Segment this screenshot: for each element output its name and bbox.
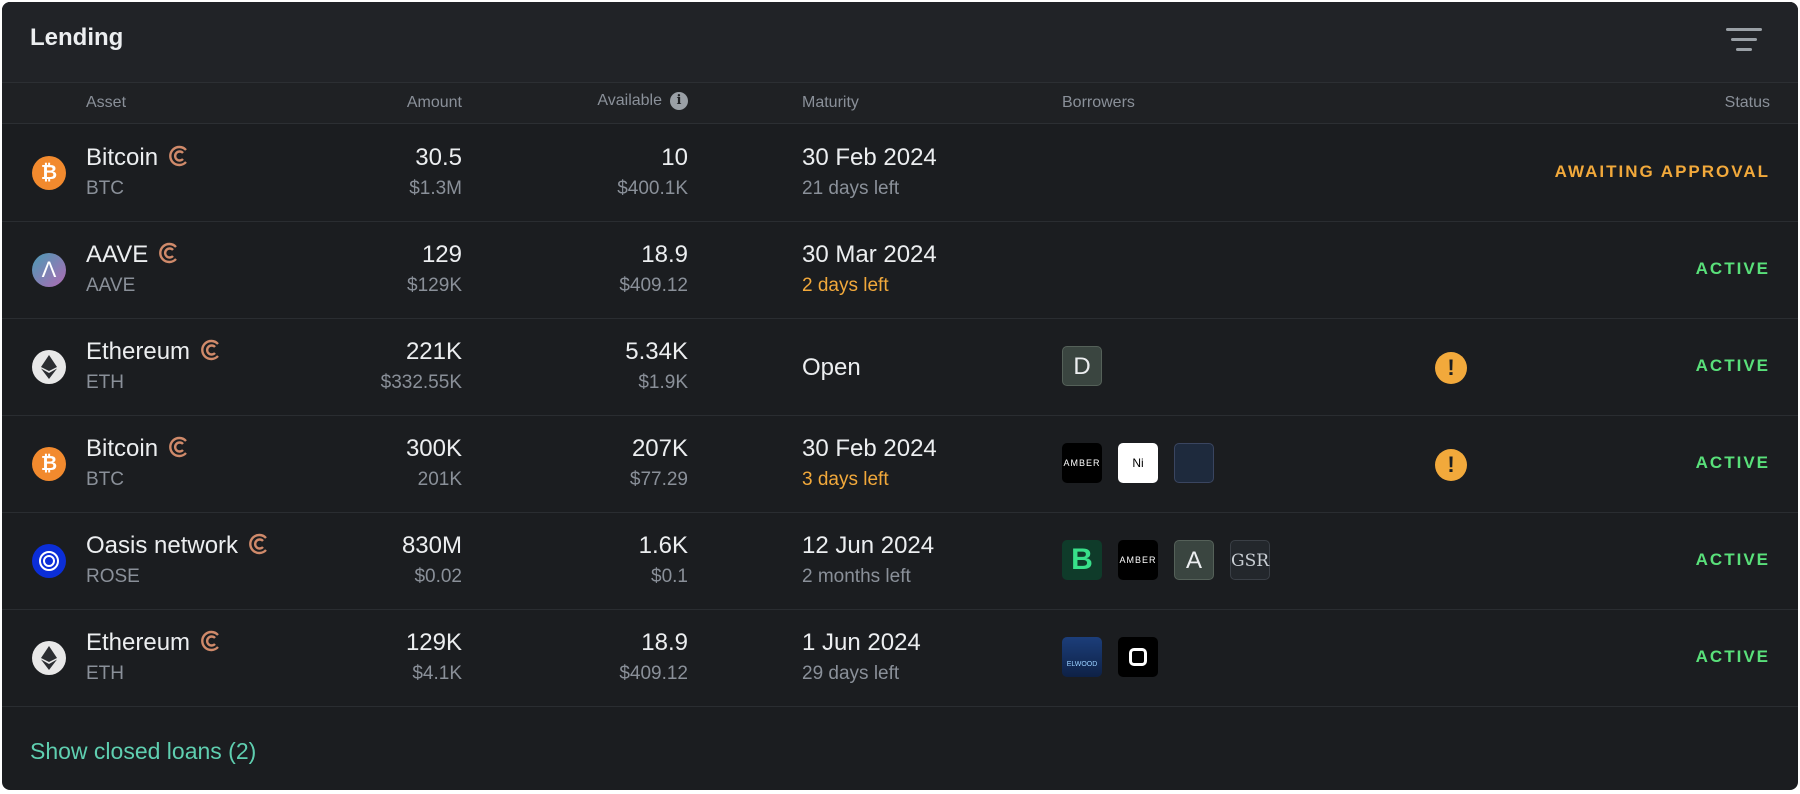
bitcoin-icon: ₿ <box>32 447 66 481</box>
collateral-icon <box>200 630 222 652</box>
column-amount[interactable]: Amount <box>407 94 462 112</box>
available-value: 18.9 <box>641 241 688 268</box>
borrower-logo[interactable]: logo <box>1174 443 1214 483</box>
status-badge: ACTIVE <box>1695 259 1770 278</box>
amount-usd: $129K <box>407 275 462 296</box>
square-logo-icon <box>1129 648 1147 666</box>
status-badge: AWAITING APPROVAL <box>1554 162 1770 181</box>
asset-name: AAVE <box>86 241 180 269</box>
maturity-date: 12 Jun 2024 <box>802 532 935 559</box>
amount-value: 300K <box>405 435 462 462</box>
collateral-icon <box>158 242 180 264</box>
oasis-icon <box>32 544 66 578</box>
warning-icon[interactable]: ! <box>1435 449 1467 481</box>
maturity-days-left: 2 months left <box>802 566 911 587</box>
borrower-logo[interactable]: A <box>1174 540 1214 580</box>
maturity-days-left: 21 days left <box>802 178 900 199</box>
status-badge: ACTIVE <box>1695 647 1770 666</box>
maturity-days-left: 29 days left <box>802 663 900 684</box>
status-badge: ACTIVE <box>1695 550 1770 569</box>
table-header: Asset Amount Available i Maturity Borrowe… <box>2 83 1798 124</box>
available-usd: $400.1K <box>617 178 688 199</box>
borrower-logo[interactable]: GSR <box>1230 540 1270 580</box>
collateral-icon <box>200 339 222 361</box>
asset-symbol: BTC <box>86 178 124 199</box>
warning-icon[interactable]: ! <box>1435 352 1467 384</box>
column-borrowers: Borrowers <box>1062 94 1135 111</box>
available-usd: $0.1 <box>651 566 688 587</box>
table-row[interactable]: Oasis network ROSE 830M $0.02 1.6K $0.1 … <box>2 512 1798 610</box>
maturity-date: 30 Feb 2024 <box>802 144 937 171</box>
status-badge: ACTIVE <box>1695 356 1770 375</box>
table-row[interactable]: ₿ Bitcoin BTC 300K 201K 207K $77.29 30 F… <box>2 415 1798 513</box>
show-closed-loans-link[interactable]: Show closed loans (2) <box>30 738 256 765</box>
amount-usd: $1.3M <box>409 178 462 199</box>
column-asset[interactable]: Asset <box>86 94 126 112</box>
table-row[interactable]: Ethereum ETH 221K $332.55K 5.34K $1.9K O… <box>2 318 1798 416</box>
aave-icon: Λ <box>32 253 66 287</box>
asset-name: Bitcoin <box>86 144 190 172</box>
asset-symbol: AAVE <box>86 275 136 296</box>
collateral-icon <box>248 533 270 555</box>
maturity-open: Open <box>802 354 861 381</box>
available-usd: $409.12 <box>619 275 688 296</box>
borrower-logo[interactable]: B <box>1062 540 1102 580</box>
amount-usd: $4.1K <box>412 663 462 684</box>
amount-value: 129K <box>405 629 462 656</box>
available-usd: $77.29 <box>629 469 688 490</box>
amount-value: 30.5 <box>415 144 462 171</box>
status-badge: ACTIVE <box>1695 453 1770 472</box>
asset-symbol: ETH <box>86 372 124 393</box>
ethereum-icon <box>32 641 66 675</box>
asset-name: Oasis network <box>86 532 270 560</box>
filter-icon[interactable] <box>1726 28 1762 56</box>
column-available[interactable]: Available i <box>597 92 688 110</box>
available-usd: $1.9K <box>638 372 688 393</box>
amount-value: 221K <box>405 338 462 365</box>
amount-usd: $0.02 <box>414 566 462 587</box>
panel-title: Lending <box>30 24 124 51</box>
info-icon[interactable]: i <box>670 92 688 110</box>
maturity-date: 30 Feb 2024 <box>802 435 937 462</box>
table-row[interactable]: ₿ Bitcoin BTC 30.5 $1.3M 10 $400.1K 30 F… <box>2 124 1798 222</box>
amount-value: 830M <box>401 532 462 559</box>
asset-name: Bitcoin <box>86 435 190 463</box>
borrower-logo[interactable]: ELWOOD <box>1062 637 1102 677</box>
asset-name: Ethereum <box>86 629 222 657</box>
available-value: 207K <box>631 435 688 462</box>
borrower-logo[interactable]: Ni <box>1118 443 1158 483</box>
available-usd: $409.12 <box>619 663 688 684</box>
amount-value: 129 <box>421 241 462 268</box>
panel-header: Lending <box>2 2 1798 83</box>
borrower-logo[interactable]: AMBER <box>1118 540 1158 580</box>
available-value: 10 <box>661 144 688 171</box>
borrower-logo[interactable]: AMBER <box>1062 443 1102 483</box>
ethereum-icon <box>32 350 66 384</box>
table-row[interactable]: Ethereum ETH 129K $4.1K 18.9 $409.12 1 J… <box>2 609 1798 707</box>
asset-symbol: ROSE <box>86 566 140 587</box>
asset-symbol: BTC <box>86 469 124 490</box>
maturity-days-left: 3 days left <box>802 469 889 490</box>
maturity-date: 30 Mar 2024 <box>802 241 937 268</box>
asset-name: Ethereum <box>86 338 222 366</box>
amount-usd: 201K <box>417 469 462 490</box>
lending-panel: Lending Asset Amount Available i Maturity… <box>2 2 1798 790</box>
available-value: 18.9 <box>641 629 688 656</box>
collateral-icon <box>168 436 190 458</box>
maturity-date: 1 Jun 2024 <box>802 629 921 656</box>
maturity-days-left: 2 days left <box>802 275 889 296</box>
column-available-label: Available <box>597 92 662 110</box>
collateral-icon <box>168 145 190 167</box>
borrower-logo[interactable]: D <box>1062 346 1102 386</box>
table-row[interactable]: Λ AAVE AAVE 129 $129K 18.9 $409.12 30 Ma… <box>2 221 1798 319</box>
available-value: 5.34K <box>625 338 688 365</box>
bitcoin-icon: ₿ <box>32 156 66 190</box>
available-value: 1.6K <box>638 532 688 559</box>
asset-symbol: ETH <box>86 663 124 684</box>
column-status[interactable]: Status <box>1725 94 1770 112</box>
column-maturity[interactable]: Maturity <box>802 94 859 112</box>
amount-usd: $332.55K <box>380 372 462 393</box>
